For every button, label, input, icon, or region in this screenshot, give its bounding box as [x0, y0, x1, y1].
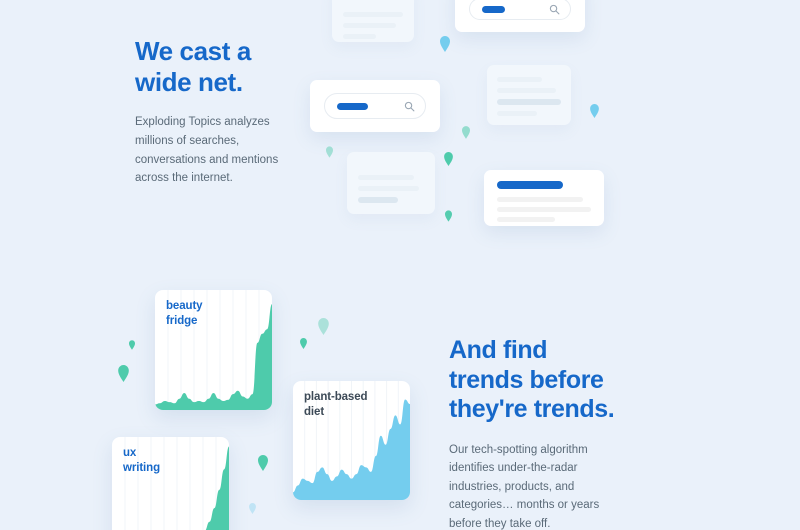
map-pin-2 [462, 126, 470, 139]
page-canvas: We cast a wide net. Exploding Topics ana… [0, 0, 800, 530]
plant-based-diet-label: plant-based diet [304, 391, 368, 418]
doc-line-highlight [358, 197, 398, 203]
result-line [497, 217, 556, 222]
search-input[interactable] [469, 0, 571, 20]
map-pin-5 [326, 146, 333, 158]
map-pin-8 [300, 338, 307, 349]
doc-card-top-center[interactable] [332, 0, 414, 42]
result-title-bar [497, 181, 563, 189]
left-body-text: Exploding Topics analyzes millions of se… [135, 116, 279, 185]
magnifier-icon [404, 101, 415, 111]
search-query-bar [337, 102, 369, 110]
beauty-fridge-label: beauty fridge [166, 300, 203, 327]
doc-line [343, 34, 376, 39]
ux-writing-card[interactable]: ux writing [112, 437, 229, 530]
result-line [497, 207, 591, 212]
map-pin-3 [444, 152, 453, 166]
doc-card-mid-right[interactable] [487, 65, 571, 125]
right-body-text: Our tech-spotting algorithm identifies u… [449, 443, 600, 530]
map-pin-4 [590, 104, 599, 118]
doc-line [358, 175, 415, 180]
doc-line [497, 88, 556, 93]
plant-based-diet-card[interactable]: plant-based diet [293, 381, 410, 500]
doc-line [497, 111, 537, 116]
map-pin-12 [249, 503, 256, 514]
map-pin-6 [445, 210, 452, 222]
doc-line-highlight [497, 99, 561, 105]
doc-line [343, 12, 403, 17]
map-pin-10 [118, 365, 129, 382]
map-pin-7 [318, 318, 329, 335]
left-headline: We cast a wide net. [135, 36, 251, 97]
map-pin-9 [129, 340, 135, 350]
map-pin-11 [258, 455, 268, 471]
search-query-bar [482, 5, 506, 13]
result-card-bottom-right[interactable] [484, 170, 604, 226]
magnifier-icon [549, 4, 560, 14]
left-copy-block: We cast a wide net. Exploding Topics ana… [135, 36, 295, 188]
ux-writing-label: ux writing [123, 447, 160, 474]
doc-line [358, 186, 419, 191]
search-card-top-right[interactable] [455, 0, 585, 32]
doc-line [497, 77, 542, 82]
result-line [497, 197, 584, 202]
doc-card-mid-center[interactable] [347, 152, 435, 214]
search-card-left[interactable] [310, 80, 440, 132]
search-input[interactable] [324, 93, 426, 119]
doc-line [343, 23, 396, 28]
right-headline: And find trends before they're trends. [449, 336, 615, 423]
right-copy-block: And find trends before they're trends. O… [449, 336, 619, 530]
beauty-fridge-card[interactable]: beauty fridge [155, 290, 272, 410]
map-pin-1 [440, 36, 450, 52]
